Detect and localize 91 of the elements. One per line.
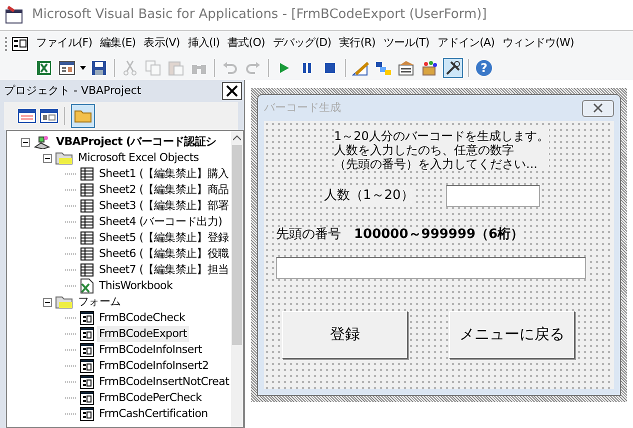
tree-item[interactable]: FrmBCodeExport [97,326,189,342]
userform-icon [80,327,94,341]
tree-line [65,269,77,271]
tree-line [65,349,77,351]
dropdown-caret-icon[interactable] [80,66,86,70]
tree-line [65,365,77,367]
worksheet-icon [80,263,94,277]
menu-item[interactable]: アドイン(A) [433,35,499,52]
folder-icon [55,152,73,164]
form-menu-icon[interactable] [12,36,28,50]
project-icon [33,135,51,149]
userform-icon [80,407,94,421]
menu-item[interactable]: デバッグ(D) [268,35,336,52]
start-number-input-field[interactable] [276,256,586,278]
close-icon[interactable] [582,100,614,116]
tree-item[interactable]: Sheet6 (【編集禁止】役職 [97,246,231,262]
form-button[interactable]: メニューに戻る [449,310,575,358]
folder-icon [55,296,73,308]
menu-item[interactable]: ツール(T) [379,35,434,52]
tree-item[interactable]: Sheet7 (【編集禁止】担当 [97,262,231,278]
collapse-icon[interactable] [21,138,30,146]
tools-icon[interactable] [443,58,463,78]
userform-icon [80,343,94,357]
tree-item[interactable]: FrmBCodeCheck [97,310,188,326]
tree-item[interactable]: FrmBCodeInfoInsert2 [97,358,211,374]
vba-app-icon [4,5,24,25]
scrollbar[interactable] [231,131,243,427]
menu-grip-icon [4,36,8,52]
menu-item[interactable]: ウィンドウ(W) [498,35,578,52]
tree-line [65,205,77,207]
objects-icon[interactable] [420,58,440,78]
tree-item[interactable]: ThisWorkbook [97,278,175,294]
tree-item[interactable]: FrmBCodeInsertNotCreat [97,374,232,390]
description-label: 1～20人分のバーコードを生成します。 人数を入力したのち、任意の数字 （先頭の番号）を入力してください... [334,129,549,171]
worksheet-icon [80,231,94,245]
tree-line [65,333,77,335]
worksheet-icon [80,183,94,197]
tree-line [65,189,77,191]
collapse-icon[interactable] [43,154,52,162]
menu-item[interactable]: ファイル(F) [32,35,96,52]
tree-item[interactable]: フォーム [76,294,123,310]
userform-icon [80,359,94,373]
tree-item[interactable]: Sheet1 (【編集禁止】購入 [97,166,231,182]
tree-item[interactable]: Sheet5 (【編集禁止】登録 [97,230,231,246]
worksheet-icon [80,247,94,261]
form-title: バーコード生成 [264,100,341,116]
userform-icon [80,311,94,325]
form-icon[interactable] [57,58,77,78]
save-icon[interactable] [89,58,109,78]
workbook-icon [80,278,94,294]
close-icon[interactable] [222,82,242,100]
selection-frame[interactable]: バーコード生成 1～20人分のバーコードを生成します。 人数を入力したのち、任意の数字 （先頭の番号）を入力してください... 人数（1～20） 先頭の番号 100000～999999（6桁） 登録 メニューに戻る [251,88,627,402]
tree-item[interactable]: Sheet4 (バーコード出力) [97,214,224,230]
help-icon[interactable]: ? [474,58,494,78]
tree-item[interactable]: FrmBCodePerCheck [97,390,204,406]
worksheet-icon [80,167,94,181]
folder-icon[interactable] [71,104,95,128]
tree-line [65,381,77,383]
worksheet-icon [80,215,94,229]
count-label: 人数（1～20） [324,186,414,206]
menu-item[interactable]: 書式(O) [224,35,269,52]
scroll-up-icon[interactable] [233,135,242,141]
menu-item[interactable]: 実行(R) [335,35,380,52]
panel-title: プロジェクト - VBAProject [4,82,142,99]
tree-line [65,253,77,255]
tree-item[interactable]: FrmCashCertification [97,406,210,422]
tree-line [65,221,77,223]
menu-item[interactable]: 表示(V) [140,35,184,52]
tree-line [65,317,77,319]
tree-item[interactable]: Sheet3 (【編集禁止】部署 [97,198,231,214]
tree-item[interactable]: VBAProject (バーコード認証シ [54,134,218,150]
userform-icon [80,375,94,389]
form-view-icon[interactable] [40,109,58,123]
code-view-icon[interactable] [18,109,36,123]
form-button[interactable]: 登録 [282,310,408,358]
tree-line [65,173,77,175]
worksheet-icon [80,199,94,213]
tree-item[interactable]: FrmBCodeInfoInsert [97,342,204,358]
menu-item[interactable]: 挿入(I) [184,35,224,52]
tree-item[interactable]: Microsoft Excel Objects [76,150,201,166]
userform-icon [80,391,94,405]
tree-item[interactable]: Sheet2 (【編集禁止】商品 [97,182,231,198]
tree-line [65,237,77,239]
window-title: Microsoft Visual Basic for Applications - [FrmBCodeExport (UserForm)] [32,6,487,24]
tree-line [65,397,77,399]
tree-line [65,413,77,415]
collapse-icon[interactable] [43,298,52,306]
count-input-field[interactable] [446,185,540,207]
tree-line [65,285,77,287]
excel-icon[interactable] [34,58,54,78]
menu-item[interactable]: 編集(E) [96,35,140,52]
